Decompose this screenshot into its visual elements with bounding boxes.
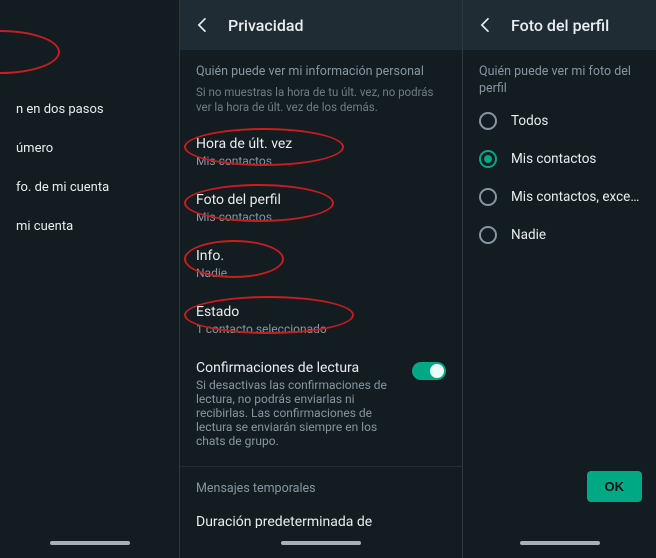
section-label: Quién puede ver mi información personal [180, 50, 462, 85]
panel-header: Privacidad [180, 0, 462, 50]
radio-icon [479, 150, 497, 168]
item-title: Confirmaciones de lectura [196, 360, 404, 376]
back-icon[interactable] [475, 14, 497, 36]
ok-button[interactable]: OK [587, 471, 643, 502]
radio-icon [479, 188, 497, 206]
settings-account-panel: n en dos pasos úmero fo. de mi cuenta mi… [0, 0, 180, 558]
item-title: Info. [196, 248, 446, 264]
item-title: Hora de últ. vez [196, 136, 446, 152]
privacy-panel: Privacidad Quién puede ver mi informació… [180, 0, 463, 558]
item-sub: 1 contacto seleccionado [196, 322, 446, 336]
item-title: Foto del perfil [196, 192, 446, 208]
item-sub: Mis contactos [196, 154, 446, 168]
privacy-item-info[interactable]: Info. Nadie [180, 236, 462, 292]
radio-option-todos[interactable]: Todos [463, 102, 656, 140]
item-label: n en dos pasos [16, 102, 163, 117]
account-item-delete[interactable]: mi cuenta [0, 207, 179, 246]
android-navbar [463, 528, 656, 558]
privacy-item-profile-photo[interactable]: Foto del perfil Mis contactos [180, 180, 462, 236]
nav-handle[interactable] [520, 541, 600, 545]
privacy-item-last-seen[interactable]: Hora de últ. vez Mis contactos [180, 124, 462, 180]
account-item-two-step[interactable]: n en dos pasos [0, 90, 179, 129]
item-label: fo. de mi cuenta [16, 180, 163, 195]
page-title: Privacidad [228, 16, 303, 35]
section-label-temp: Mensajes temporales [180, 473, 462, 502]
panel-header: Foto del perfil [463, 0, 656, 50]
radio-icon [479, 226, 497, 244]
radio-option-nadie[interactable]: Nadie [463, 216, 656, 254]
back-icon[interactable] [192, 14, 214, 36]
profile-photo-panel: Foto del perfil Quién puede ver mi foto … [463, 0, 656, 558]
android-navbar [180, 528, 462, 558]
item-sub: Mis contactos [196, 210, 446, 224]
section-sub: Si no muestras la hora de tu últ. vez, n… [180, 85, 462, 124]
divider [180, 466, 462, 467]
radio-option-excepto[interactable]: Mis contactos, excepto… [463, 178, 656, 216]
radio-label: Nadie [511, 227, 546, 243]
account-item-info[interactable]: fo. de mi cuenta [0, 168, 179, 207]
page-title: Foto del perfil [511, 16, 609, 35]
radio-label: Mis contactos [511, 151, 596, 167]
radio-label: Mis contactos, excepto… [511, 189, 640, 205]
radio-icon [479, 112, 497, 130]
item-label: mi cuenta [16, 219, 163, 234]
section-label: Quién puede ver mi foto del perfil [463, 50, 656, 102]
radio-option-mis-contactos[interactable]: Mis contactos [463, 140, 656, 178]
read-receipts-toggle[interactable] [412, 362, 446, 380]
privacy-item-status[interactable]: Estado 1 contacto seleccionado [180, 292, 462, 348]
android-navbar [0, 528, 179, 558]
item-title: Estado [196, 304, 446, 320]
nav-handle[interactable] [281, 541, 361, 545]
item-label: úmero [16, 141, 163, 156]
account-item-number[interactable]: úmero [0, 129, 179, 168]
item-sub: Nadie [196, 266, 446, 280]
nav-handle[interactable] [50, 541, 130, 545]
item-sub: Si desactivas las confirmaciones de lect… [196, 378, 404, 448]
radio-label: Todos [511, 113, 548, 129]
privacy-item-read-receipts[interactable]: Confirmaciones de lectura Si desactivas … [180, 348, 462, 460]
